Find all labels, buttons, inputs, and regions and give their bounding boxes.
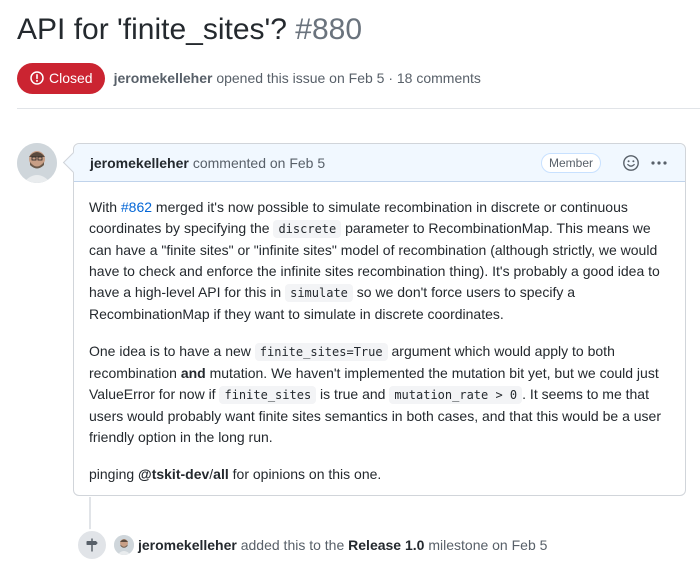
comment-header: jeromekelleher commented on Feb 5 Member bbox=[74, 144, 685, 182]
event-actor-link[interactable]: jeromekelleher bbox=[138, 537, 237, 553]
avatar-image bbox=[17, 143, 57, 183]
comment-actions: Member bbox=[540, 144, 669, 181]
pr-link-862[interactable]: #862 bbox=[121, 199, 152, 215]
milestone-link[interactable]: Release 1.0 bbox=[348, 537, 424, 553]
milestone-event-badge bbox=[76, 529, 108, 561]
state-label: Closed bbox=[49, 70, 93, 86]
text-run: With bbox=[89, 199, 121, 215]
comment-timestamp[interactable]: commented on Feb 5 bbox=[193, 155, 325, 171]
inline-code: finite_sites=True bbox=[254, 343, 388, 361]
comment-body: With #862 merged it's now possible to si… bbox=[74, 182, 685, 485]
inline-code: discrete bbox=[273, 220, 342, 238]
issue-opened-text: opened this issue on Feb 5 · 18 comments bbox=[216, 70, 481, 86]
inline-code: finite_sites bbox=[219, 386, 317, 404]
issue-meta-text: jeromekelleher opened this issue on Feb … bbox=[114, 70, 481, 86]
event-actor-avatar[interactable] bbox=[114, 535, 134, 555]
header-divider bbox=[17, 108, 700, 109]
comment-paragraph: One idea is to have a new finite_sites=T… bbox=[89, 341, 670, 448]
member-badge: Member bbox=[540, 152, 601, 173]
text-run: milestone on Feb 5 bbox=[424, 537, 548, 553]
issue-title-text: API for 'finite_sites'? bbox=[17, 13, 287, 46]
comment-options-button[interactable] bbox=[649, 153, 669, 173]
team-mention-team[interactable]: all bbox=[213, 466, 229, 482]
avatar[interactable] bbox=[17, 143, 57, 183]
bold-text: and bbox=[180, 365, 206, 381]
inline-code: simulate bbox=[285, 284, 353, 302]
issue-meta: Closed jeromekelleher opened this issue … bbox=[17, 62, 481, 94]
milestone-icon bbox=[86, 538, 98, 552]
state-badge: Closed bbox=[17, 62, 105, 94]
timeline-event: jeromekelleher added this to the Release… bbox=[76, 529, 547, 561]
add-reaction-button[interactable] bbox=[621, 153, 641, 173]
comment-author-link[interactable]: jeromekelleher bbox=[90, 155, 189, 171]
text-run: pinging bbox=[89, 466, 139, 482]
text-run: for opinions on this one. bbox=[228, 466, 382, 482]
comment-paragraph: pinging @tskit-dev/all for opinions on t… bbox=[89, 464, 670, 485]
issue-author-link[interactable]: jeromekelleher bbox=[114, 70, 213, 86]
avatar-image bbox=[114, 535, 134, 555]
issue-title: API for 'finite_sites'? #880 bbox=[17, 9, 362, 51]
team-mention-org[interactable]: @tskit-dev bbox=[138, 466, 209, 482]
smiley-icon bbox=[623, 154, 639, 171]
text-run: is true and bbox=[316, 386, 390, 402]
issue-number: #880 bbox=[295, 13, 363, 46]
issue-comment: jeromekelleher commented on Feb 5 Member bbox=[73, 143, 686, 496]
issue-closed-icon bbox=[30, 71, 44, 85]
text-run: One idea is to have a new bbox=[89, 343, 255, 359]
inline-code: mutation_rate > 0 bbox=[389, 386, 523, 404]
comment-paragraph: With #862 merged it's now possible to si… bbox=[89, 197, 670, 325]
event-text: jeromekelleher added this to the Release… bbox=[138, 537, 547, 553]
kebab-horizontal-icon bbox=[651, 160, 667, 165]
text-run: added this to the bbox=[236, 537, 349, 553]
